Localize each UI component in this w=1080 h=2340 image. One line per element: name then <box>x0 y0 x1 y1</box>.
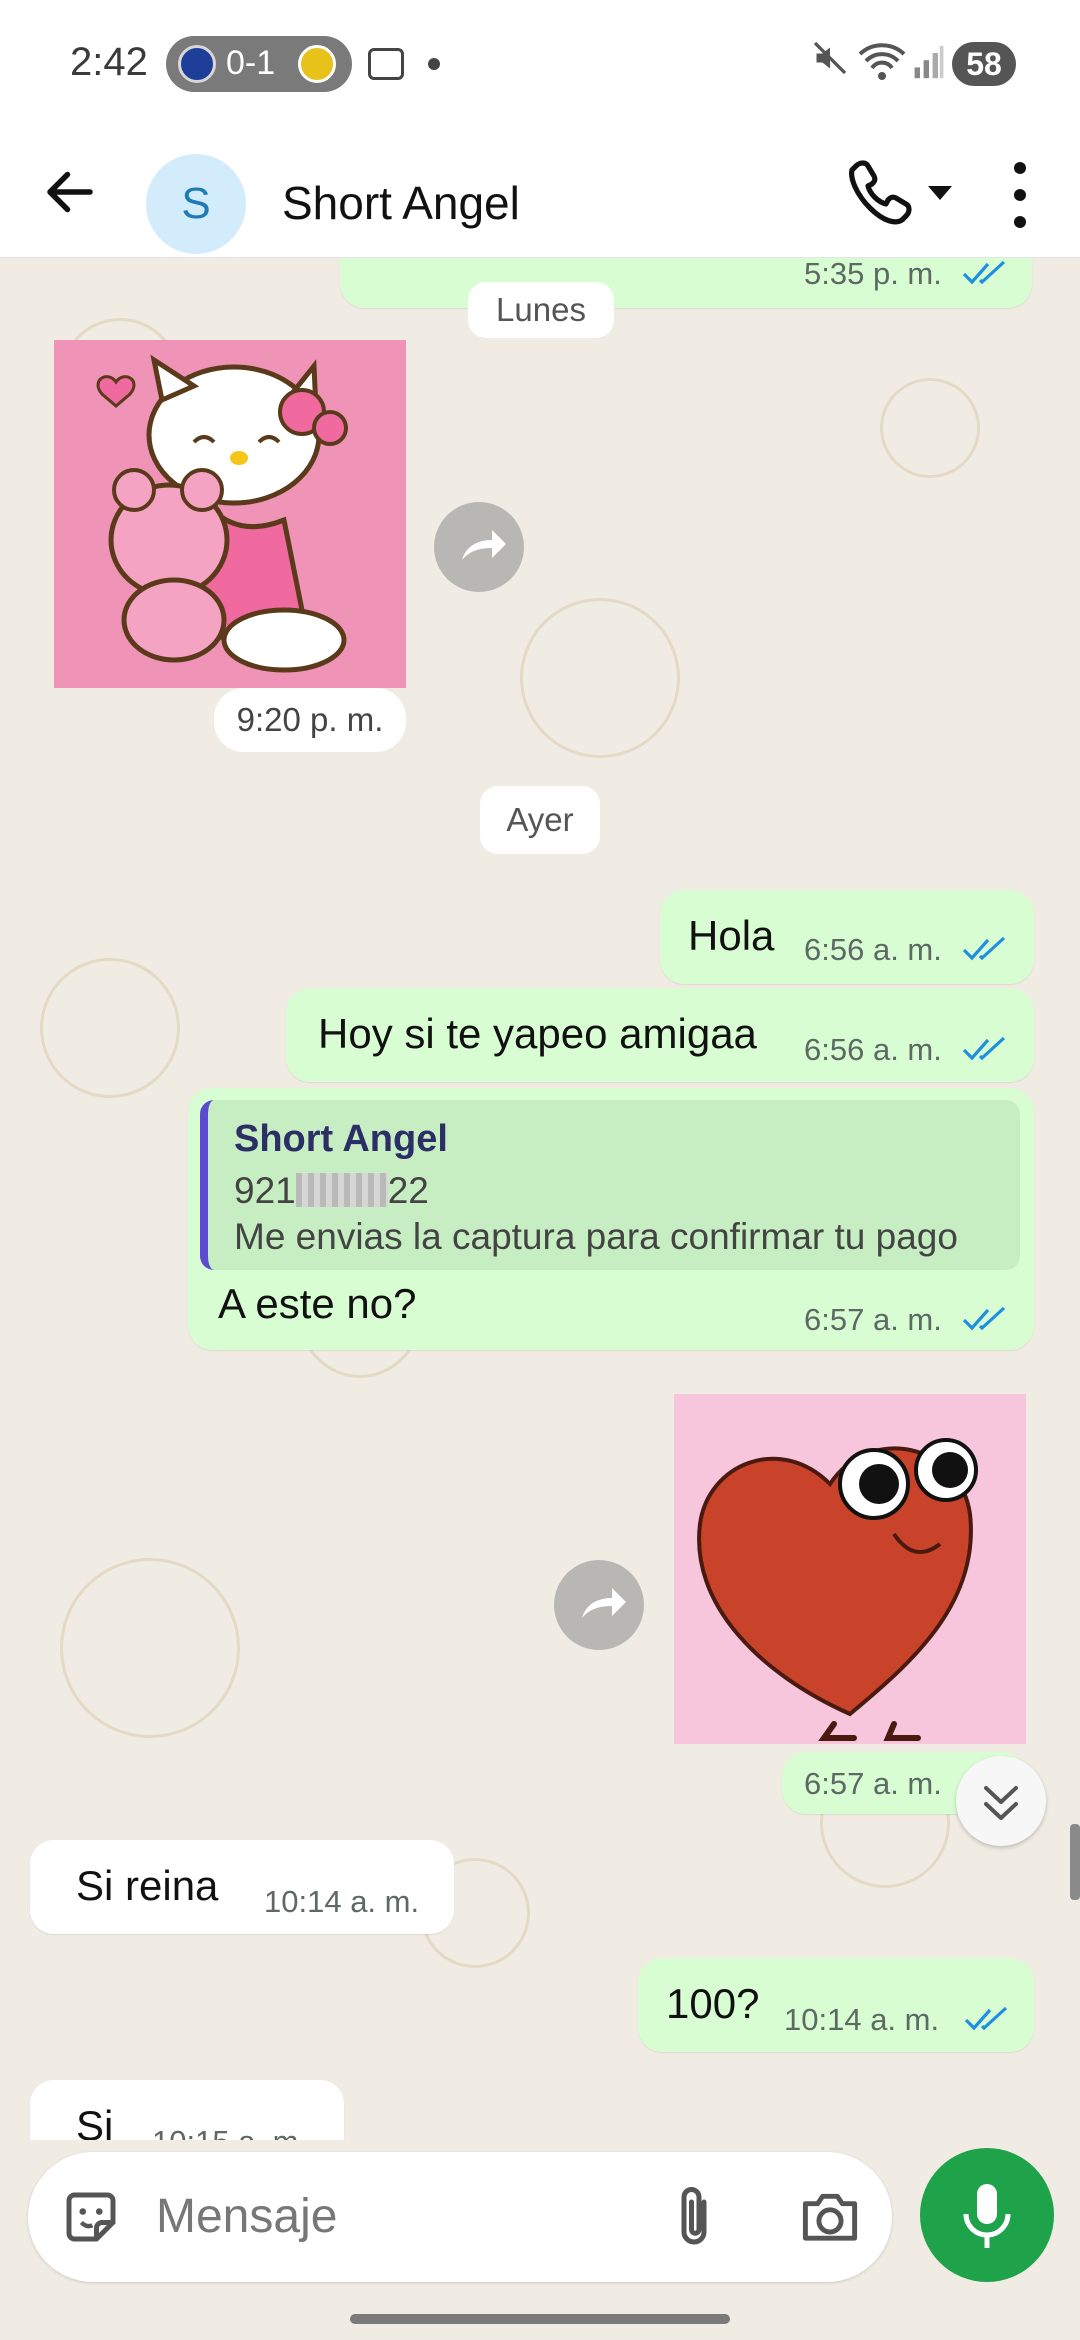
notification-dot-icon <box>428 58 440 70</box>
more-vert-icon[interactable] <box>1002 158 1036 232</box>
voice-record-button[interactable] <box>920 2148 1054 2282</box>
message-bubble-out[interactable]: 5:35 p. m. <box>340 258 1032 308</box>
scroll-down-icon <box>984 1786 1018 1820</box>
double-check-icon <box>962 1306 1006 1331</box>
message-text: Si <box>76 2102 114 2140</box>
chat-header: S Short Angel <box>0 128 1080 258</box>
message-text: Si reina <box>76 1862 219 1909</box>
double-check-icon <box>962 1036 1006 1061</box>
back-arrow-icon[interactable] <box>40 162 100 222</box>
date-separator: Ayer <box>480 786 600 854</box>
message-bubble-out[interactable]: Hoy si te yapeo amigaa 6:56 a. m. <box>286 988 1034 1082</box>
system-navigation-bar <box>0 2292 1080 2340</box>
message-composer <box>28 2152 892 2282</box>
contact-name[interactable]: Short Angel <box>282 176 520 230</box>
mute-icon <box>813 41 847 75</box>
status-time: 2:42 <box>70 40 148 84</box>
live-score-chip[interactable]: 0-1 <box>166 36 352 92</box>
wallpaper-doodle <box>60 1558 240 1738</box>
message-text: Hoy si te yapeo amigaa <box>318 1010 757 1057</box>
attach-icon[interactable] <box>664 2182 724 2252</box>
wallpaper-doodle <box>520 598 680 758</box>
reply-message-bubble[interactable]: Short Angel 921 22 Me envias la captura p… <box>188 1088 1034 1350</box>
message-bubble-in[interactable]: Si 10:15 a. m. <box>30 2080 344 2140</box>
message-input[interactable] <box>156 2186 656 2246</box>
screen-record-icon <box>368 48 404 80</box>
message-bubble-out[interactable]: Hola 6:56 a. m. <box>660 890 1034 984</box>
message-time: 5:35 p. m. <box>804 258 942 291</box>
message-time: 6:57 a. m. <box>804 1766 942 1801</box>
wallpaper-doodle <box>40 958 180 1098</box>
scrollbar-thumb[interactable] <box>1070 1824 1080 1900</box>
quoted-line-1: 921 22 <box>234 1170 429 1211</box>
sticker-red-heart[interactable] <box>674 1394 1026 1744</box>
forward-button[interactable] <box>554 1560 644 1650</box>
double-check-icon <box>962 260 1006 285</box>
sticker-hello-kitty[interactable] <box>54 340 406 688</box>
battery-indicator: 58 <box>952 42 1016 86</box>
signal-icon <box>914 45 944 79</box>
message-time: 10:14 a. m. <box>784 2002 940 2037</box>
avatar[interactable]: S <box>146 154 246 254</box>
score-text: 0-1 <box>226 44 276 82</box>
message-text: Hola <box>688 912 775 959</box>
home-gesture-pill[interactable] <box>350 2314 730 2324</box>
wifi-icon <box>858 43 906 80</box>
message-time: 6:56 a. m. <box>804 932 942 967</box>
message-bubble-out[interactable]: 100? 10:14 a. m. <box>638 1958 1034 2052</box>
message-text: A este no? <box>218 1280 417 1327</box>
status-bar: 2:42 0-1 58 <box>0 0 1080 128</box>
emoji-sticker-icon[interactable] <box>58 2184 124 2250</box>
message-time: 10:14 a. m. <box>264 1884 420 1919</box>
camera-icon[interactable] <box>798 2186 862 2246</box>
message-text: 100? <box>666 1980 760 2027</box>
wallpaper-doodle <box>880 378 980 478</box>
redacted-block <box>295 1173 388 1207</box>
double-check-icon <box>964 2006 1008 2031</box>
chat-area[interactable]: 5:35 p. m. Lunes 9:20 p. m. Ayer Hola 6:… <box>0 258 1080 2140</box>
voice-call-button[interactable] <box>840 154 960 234</box>
message-time: 9:20 p. m. <box>214 688 406 752</box>
message-time: 6:56 a. m. <box>804 1032 942 1067</box>
mic-icon <box>963 2184 1011 2248</box>
chevron-down-icon <box>928 186 952 200</box>
forward-icon <box>582 1588 626 1618</box>
quoted-line-2: Me envias la captura para confirmar tu p… <box>234 1216 958 1257</box>
message-time: 10:15 a. m. <box>152 2124 307 2140</box>
double-check-icon <box>962 936 1006 961</box>
date-separator: Lunes <box>468 282 614 338</box>
phone-icon <box>849 160 912 225</box>
quoted-message[interactable]: Short Angel 921 22 Me envias la captura p… <box>200 1100 1020 1270</box>
message-time: 6:57 a. m. <box>804 1302 942 1337</box>
forward-button[interactable] <box>434 502 524 592</box>
message-bubble-in[interactable]: Si reina 10:14 a. m. <box>30 1840 454 1934</box>
team-badge-icon <box>298 45 336 83</box>
team-badge-icon <box>178 45 216 83</box>
forward-icon <box>462 530 506 560</box>
quoted-sender: Short Angel <box>234 1118 448 1160</box>
scroll-down-button[interactable] <box>956 1756 1046 1846</box>
